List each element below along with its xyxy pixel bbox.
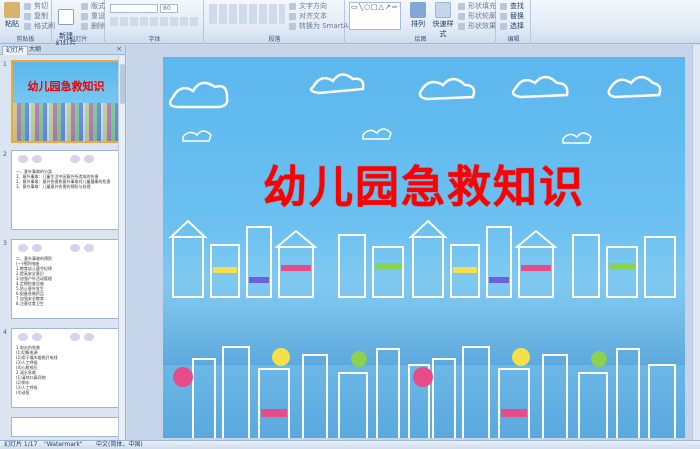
slide-counter: 幻灯片 1/17 bbox=[4, 441, 38, 448]
thumbnail-title: 幼儿园急救知识 bbox=[27, 80, 105, 93]
text-direction-button[interactable]: 文字方向 bbox=[289, 2, 327, 11]
slide-number: 3 bbox=[3, 240, 7, 247]
arrange-button[interactable]: 排列 bbox=[408, 2, 428, 29]
paragraph-group: 文字方向 对齐文本 转换为 SmartArt 段落 bbox=[205, 0, 354, 44]
thumbnail-decoration bbox=[18, 333, 98, 343]
format-painter-button[interactable]: 格式刷 bbox=[24, 22, 55, 31]
new-slide-icon bbox=[58, 9, 74, 25]
drawing-group-label: 绘图 bbox=[414, 36, 427, 43]
drawing-group: ▭╲○□△↗⇨☆{} 排列 快速样式 形状填充 形状轮廓 形状效果 绘图 bbox=[346, 0, 496, 44]
delete-slide-button[interactable]: 删除 bbox=[81, 22, 105, 31]
reset-button[interactable]: 重设 bbox=[81, 12, 105, 21]
shapes-gallery[interactable]: ▭╲○□△↗⇨☆{} bbox=[349, 2, 401, 30]
scrollbar-thumb[interactable] bbox=[120, 64, 125, 104]
clipboard-group-label: 剪贴板 bbox=[16, 36, 35, 43]
town-illustration-bottom bbox=[173, 346, 676, 438]
slide-thumbnail-4[interactable]: 1.电击伤急救 (1)切断电源 (2)用干燥木棍挑开电线 (3)人工呼吸 (4)… bbox=[11, 328, 121, 408]
editing-group-label: 编辑 bbox=[507, 36, 520, 43]
pane-scrollbar[interactable] bbox=[118, 56, 125, 440]
align-text-button[interactable]: 对齐文本 bbox=[289, 12, 327, 21]
paragraph-format-buttons bbox=[209, 4, 285, 24]
slide-canvas[interactable]: 幼儿园急救知识 bbox=[163, 57, 685, 438]
thumbnail-text: 1.电击伤急救 (1)切断电源 (2)用干燥木棍挑开电线 (3)人工呼吸 (4)… bbox=[16, 345, 58, 395]
shape-effects-button[interactable]: 形状效果 bbox=[458, 22, 496, 31]
thumbnail-text: 一、意外事故的分类 1、意外事故：儿童生活中因意外所造成的伤害 2、意外事故：意… bbox=[16, 169, 111, 189]
layout-button[interactable]: 版式 bbox=[81, 2, 105, 11]
cut-button[interactable]: 剪切 bbox=[24, 2, 48, 11]
slide-number: 2 bbox=[3, 151, 7, 158]
town-illustration-top bbox=[168, 219, 676, 298]
thumbnail-text: 二、意外事故的预防 (一)预防措施 1.教育幼儿遵守纪律 2.提高安全意识 3.… bbox=[16, 256, 52, 306]
language-indicator[interactable]: 中文(简体，中国) bbox=[96, 441, 143, 449]
paste-icon bbox=[4, 2, 20, 18]
slide-title[interactable]: 幼儿园急救知识 bbox=[163, 151, 685, 215]
pane-tabs: 幻灯片 大纲 × bbox=[0, 45, 125, 55]
paste-button[interactable]: 粘贴 bbox=[2, 2, 22, 29]
arrange-icon bbox=[410, 2, 426, 18]
slides-pane: 幻灯片 大纲 × 1 幼儿园急救知识 2 一、意外事故的分类 1、意外事故：儿童… bbox=[0, 45, 126, 440]
slide-thumbnail-5[interactable] bbox=[11, 417, 121, 437]
replace-button[interactable]: 替换 bbox=[500, 12, 524, 21]
paragraph-group-label: 段落 bbox=[268, 36, 281, 43]
select-button[interactable]: 选择 bbox=[500, 22, 524, 31]
shape-outline-button[interactable]: 形状轮廓 bbox=[458, 12, 496, 21]
thumbnail-decoration bbox=[18, 155, 98, 165]
font-group-label: 字体 bbox=[148, 36, 161, 43]
quick-styles-icon bbox=[435, 2, 451, 18]
slides-group-label: 幻灯片 bbox=[69, 36, 88, 43]
slide-thumbnail-2[interactable]: 一、意外事故的分类 1、意外事故：儿童生活中因意外所造成的伤害 2、意外事故：意… bbox=[11, 150, 121, 230]
thumbnail-town-image bbox=[13, 103, 119, 141]
slide-thumbnail-3[interactable]: 二、意外事故的预防 (一)预防措施 1.教育幼儿遵守纪律 2.提高安全意识 3.… bbox=[11, 239, 121, 319]
status-bar: 幻灯片 1/17 "Watermark" 中文(简体，中国) bbox=[0, 440, 700, 449]
slide-thumbnail-1[interactable]: 幼儿园急救知识 bbox=[11, 60, 121, 143]
thumbnail-decoration bbox=[18, 244, 98, 254]
find-button[interactable]: 查找 bbox=[500, 2, 524, 11]
convert-smartart-button[interactable]: 转换为 SmartArt bbox=[289, 22, 354, 31]
editing-group: 查找 替换 选择 编辑 bbox=[497, 0, 531, 44]
font-size-combo[interactable]: 80 bbox=[160, 4, 178, 13]
slide-number: 1 bbox=[3, 61, 7, 68]
close-icon[interactable]: × bbox=[116, 45, 122, 53]
slide-number: 4 bbox=[3, 329, 7, 336]
font-format-buttons bbox=[110, 17, 200, 26]
slide-editor: 幼儿园急救知识 bbox=[127, 45, 700, 440]
tab-outline[interactable]: 大纲 bbox=[26, 46, 44, 55]
theme-name: "Watermark" bbox=[44, 441, 83, 448]
editor-scrollbar[interactable] bbox=[692, 45, 700, 440]
ribbon: 粘贴 剪切 复制 格式刷 剪贴板 新建 幻灯片 版式 重设 删除 幻灯片 80 … bbox=[0, 0, 700, 47]
tab-slides[interactable]: 幻灯片 bbox=[2, 46, 29, 55]
slides-group: 新建 幻灯片 版式 重设 删除 幻灯片 bbox=[53, 0, 105, 47]
shape-fill-button[interactable]: 形状填充 bbox=[458, 2, 496, 11]
font-name-combo[interactable] bbox=[110, 4, 158, 13]
copy-button[interactable]: 复制 bbox=[24, 12, 48, 21]
clipboard-group: 粘贴 剪切 复制 格式刷 剪贴板 bbox=[0, 0, 55, 44]
font-group: 80 字体 bbox=[106, 0, 204, 44]
